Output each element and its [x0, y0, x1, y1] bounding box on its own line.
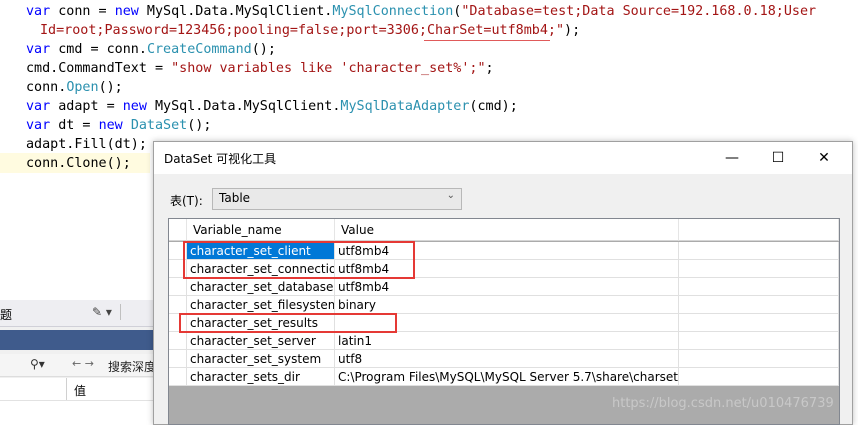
nav-arrows-icon[interactable]: ← → [72, 357, 94, 370]
code-line-4: cmd.CommandText = "show variables like '… [26, 61, 494, 76]
code-line-2: Id=root;Password=123456;pooling=false;po… [40, 23, 581, 38]
code-line-6: var adapt = new MySql.Data.MySqlClient.M… [26, 99, 518, 114]
dialog-titlebar: DataSet 可视化工具 — ☐ ✕ [154, 142, 852, 174]
ide-search-row: ⚲▾ ← → 搜索深度 [0, 354, 156, 377]
filler-cell [679, 242, 839, 260]
filler-cell [679, 296, 839, 314]
value-cell[interactable]: binary [335, 296, 679, 314]
ide-column-header: 值 [0, 378, 156, 401]
variable-name-cell[interactable]: character_set_filesystem [187, 296, 335, 314]
close-button[interactable]: ✕ [804, 142, 844, 174]
grid-corner-cell[interactable] [169, 219, 187, 241]
table-selector-dropdown[interactable]: Table ⌄ [212, 188, 462, 210]
row-header[interactable] [169, 368, 187, 386]
toolbar-divider [120, 304, 121, 320]
highlight-box-results [179, 313, 397, 333]
row-header[interactable] [169, 332, 187, 350]
code-line-8: adapt.Fill(dt); [26, 137, 147, 152]
row-header[interactable] [169, 296, 187, 314]
dataset-visualizer-dialog: DataSet 可视化工具 — ☐ ✕ 表(T): Table ⌄ Variab… [153, 141, 853, 425]
table-selector-value: Table [219, 191, 251, 205]
search-icon[interactable]: ⚲▾ [30, 357, 45, 371]
filler-cell [679, 278, 839, 296]
dialog-title: DataSet 可视化工具 [164, 152, 277, 166]
ide-bottom-panel: 题 ✎ ▾ ⚲▾ ← → 搜索深度 值 [0, 300, 156, 423]
filler-cell [679, 260, 839, 278]
minimize-button[interactable]: — [712, 142, 752, 174]
code-line-9: conn.Clone(); [26, 156, 131, 171]
ide-tab-bar: 题 ✎ ▾ [0, 300, 156, 327]
ide-tab-label[interactable]: 题 [0, 306, 12, 323]
row-header[interactable] [169, 350, 187, 368]
search-depth-label[interactable]: 搜索深度 [108, 358, 156, 375]
code-line-1: var conn = new MySql.Data.MySqlClient.My… [26, 4, 817, 19]
pin-icon[interactable]: ✎ ▾ [92, 305, 112, 319]
column-header[interactable]: Value [335, 219, 679, 241]
value-cell[interactable]: utf8 [335, 350, 679, 368]
spelling-squiggle [424, 40, 550, 41]
value-cell[interactable]: C:\Program Files\MySQL\MySQL Server 5.7\… [335, 368, 679, 386]
variable-name-cell[interactable]: character_set_database [187, 278, 335, 296]
column-header[interactable]: Variable_name [187, 219, 335, 241]
filler-cell [679, 314, 839, 332]
column-header-filler [679, 219, 839, 241]
value-cell[interactable]: latin1 [335, 332, 679, 350]
code-line-3: var cmd = conn.CreateCommand(); [26, 42, 276, 57]
code-line-7: var dt = new DataSet(); [26, 118, 212, 133]
data-grid[interactable]: Variable_name Value character_set_client ut… [168, 218, 840, 425]
row-header[interactable] [169, 278, 187, 296]
maximize-button[interactable]: ☐ [758, 142, 798, 174]
filler-cell [679, 332, 839, 350]
chevron-down-icon[interactable]: ⌄ [447, 190, 455, 201]
watermark-text: https://blog.csdn.net/u010476739 [612, 396, 834, 411]
value-cell[interactable]: utf8mb4 [335, 278, 679, 296]
value-column-header: 值 [74, 384, 87, 398]
highlight-box-client-connection [183, 241, 415, 279]
filler-cell [679, 368, 839, 386]
column-divider [66, 378, 67, 400]
ide-empty-area [0, 401, 156, 423]
variable-name-cell[interactable]: character_set_server [187, 332, 335, 350]
code-line-5: conn.Open(); [26, 80, 123, 95]
table-selector-label: 表(T): [170, 194, 203, 208]
variable-name-cell[interactable]: character_set_system [187, 350, 335, 368]
ide-panel-titlebar [0, 330, 156, 350]
variable-name-cell[interactable]: character_sets_dir [187, 368, 335, 386]
filler-cell [679, 350, 839, 368]
